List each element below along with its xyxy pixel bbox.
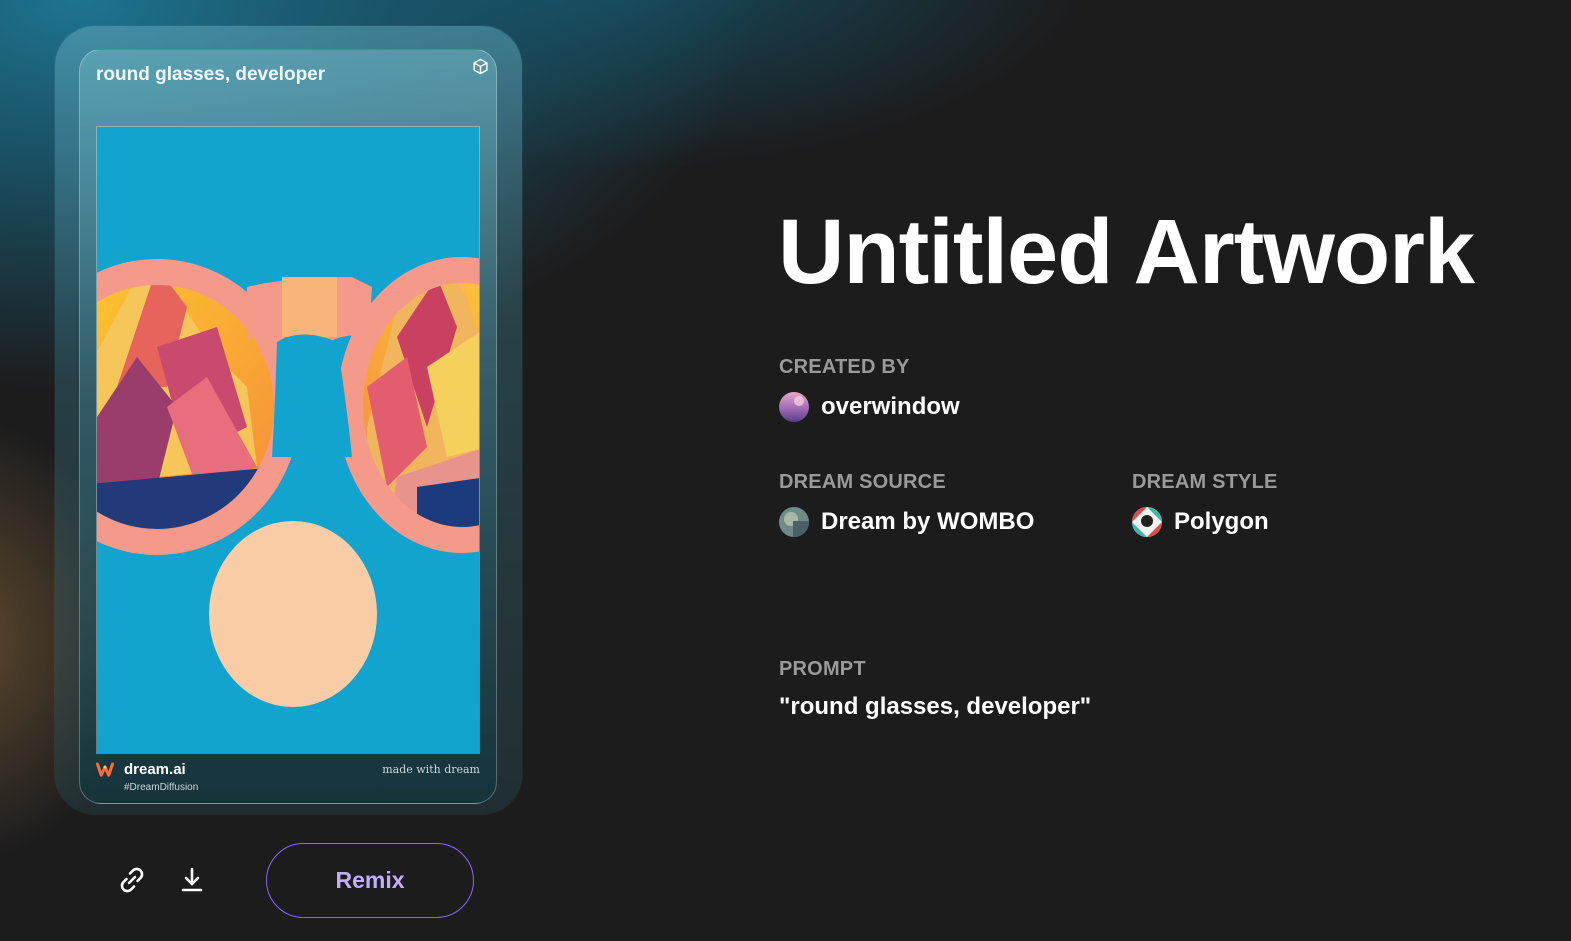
card-footer-made-with: made with dream	[382, 763, 480, 776]
creator-link[interactable]: overwindow	[779, 392, 960, 422]
creator-name: overwindow	[821, 393, 960, 420]
prompt-text: "round glasses, developer"	[779, 693, 1092, 720]
dream-style-link[interactable]: Polygon	[1132, 507, 1269, 537]
prompt-label: PROMPT	[779, 658, 866, 680]
download-icon[interactable]	[174, 862, 210, 898]
dream-style-name: Polygon	[1174, 508, 1269, 535]
card-footer-hashtag: #DreamDiffusion	[124, 782, 199, 793]
dream-style-avatar	[1132, 507, 1162, 537]
dream-source-avatar	[779, 507, 809, 537]
dream-source-link[interactable]: Dream by WOMBO	[779, 507, 1034, 537]
dream-source-name: Dream by WOMBO	[821, 508, 1035, 535]
dream-style-label: DREAM STYLE	[1132, 471, 1278, 493]
artwork-image	[96, 126, 480, 754]
card-title: round glasses, developer	[96, 64, 326, 85]
dream-source-label: DREAM SOURCE	[779, 471, 946, 493]
card-footer-brand: dream.ai	[124, 761, 186, 778]
remix-button[interactable]: Remix	[266, 843, 474, 918]
creator-avatar	[779, 392, 809, 422]
link-icon[interactable]	[114, 862, 150, 898]
created-by-label: CREATED BY	[779, 356, 910, 378]
dream-logo-icon	[96, 762, 114, 777]
artwork-title: Untitled Artwork	[778, 201, 1475, 303]
cube-icon[interactable]	[472, 58, 489, 75]
